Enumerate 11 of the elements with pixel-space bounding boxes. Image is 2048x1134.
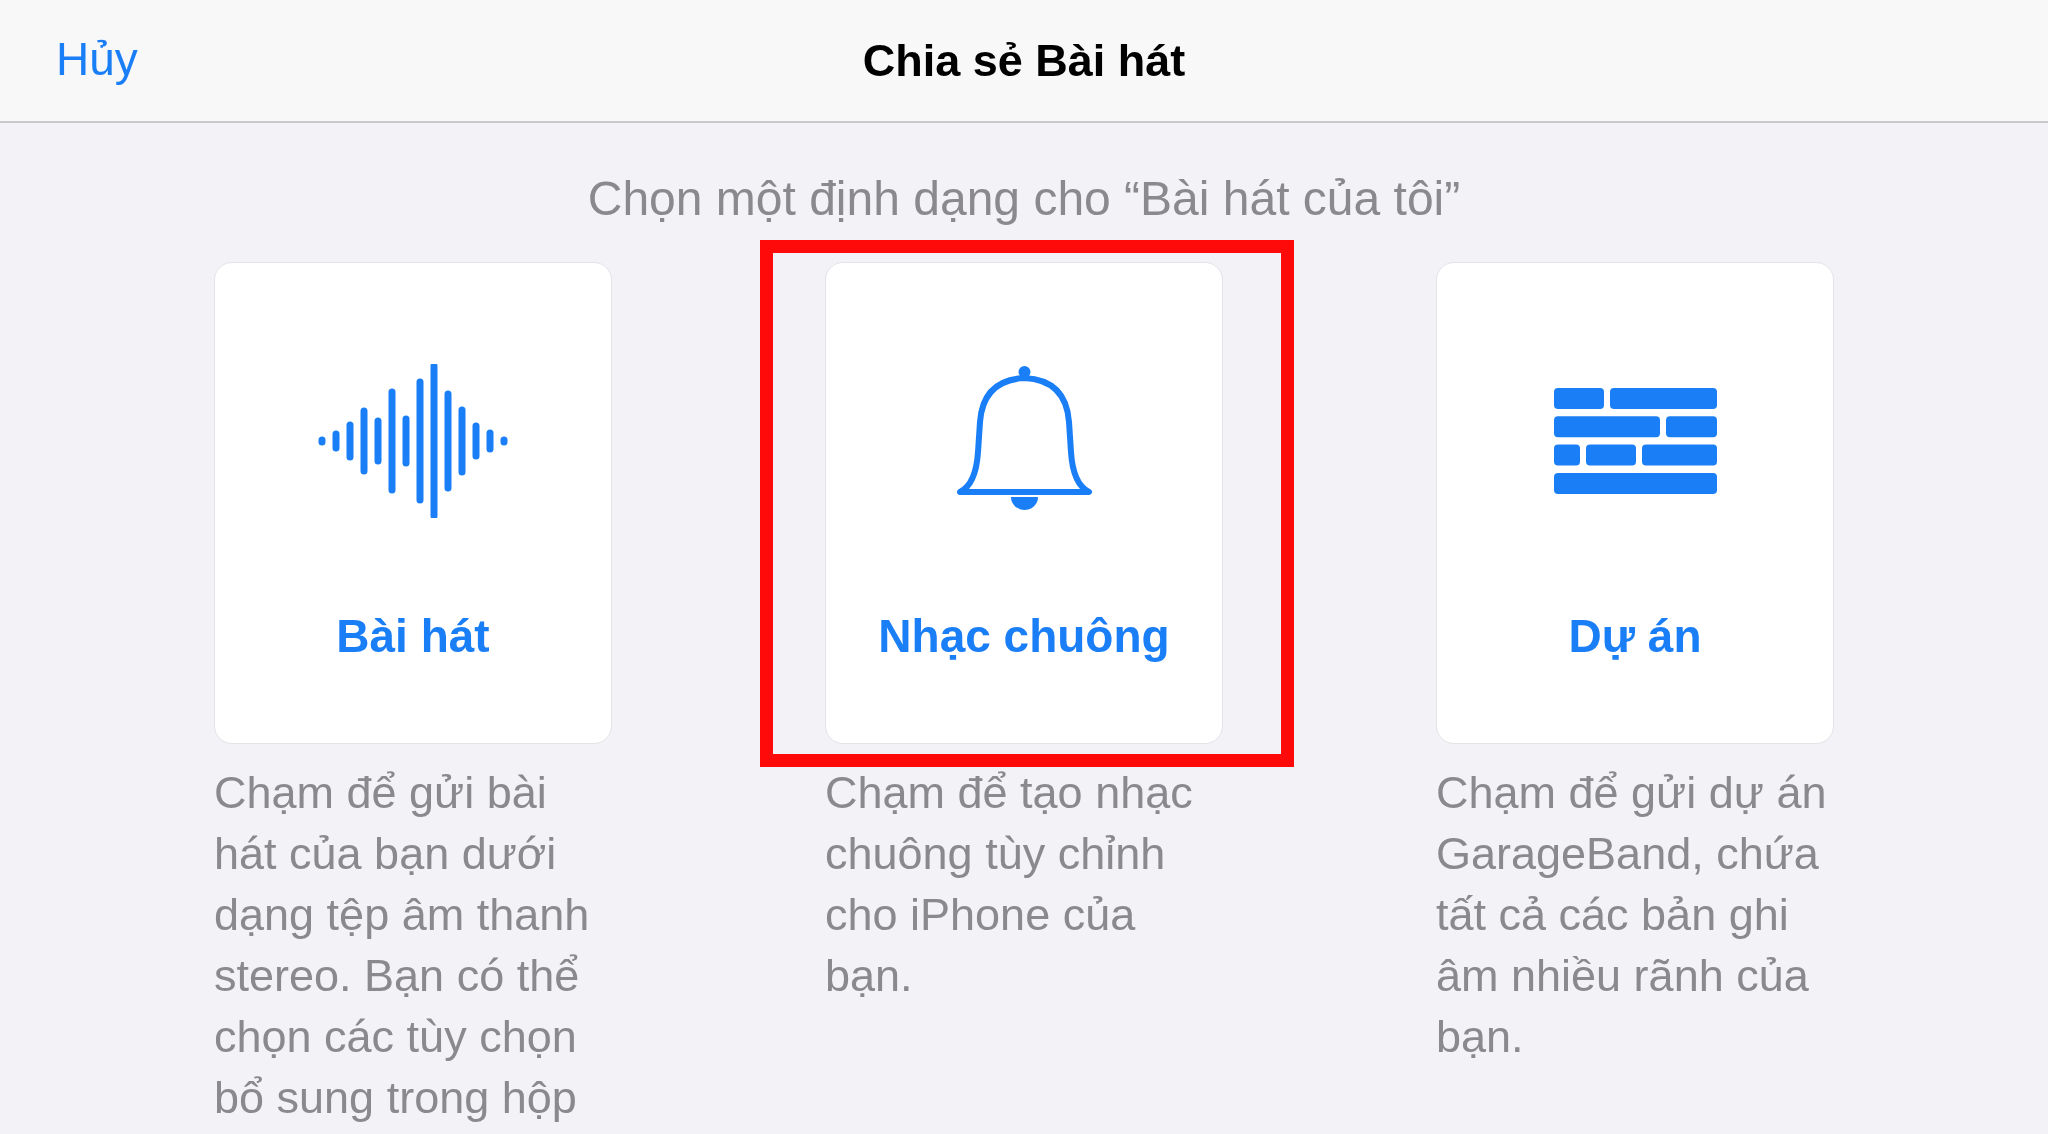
bricks-icon bbox=[1553, 388, 1717, 494]
format-card[interactable]: Bài hát bbox=[214, 262, 612, 744]
format-description: Chạm để gửi bài hát của bạn dưới dạng tệp âm thanh stereo. Bạn có thể chọn các tùy chọn bổ sung trong hộp bbox=[214, 766, 591, 1125]
format-description: Chạm để gửi dự án GarageBand, chứa tất cả các bản ghi âm nhiều rãnh của bạn. bbox=[1436, 766, 1828, 1064]
dialog-title: Chia sẻ Bài hát bbox=[862, 33, 1186, 88]
waveform-icon bbox=[318, 364, 508, 518]
format-description: Chạm để tạo nhạc chuông tùy chỉnh cho iPhone của bạn. bbox=[825, 766, 1194, 1003]
format-card[interactable]: Nhạc chuông bbox=[825, 262, 1223, 744]
cancel-button[interactable]: Hủy bbox=[56, 31, 138, 87]
format-card[interactable]: Dự án bbox=[1436, 262, 1834, 744]
prompt-text: Chọn một định dạng cho “Bài hát của tôi” bbox=[587, 171, 1461, 226]
